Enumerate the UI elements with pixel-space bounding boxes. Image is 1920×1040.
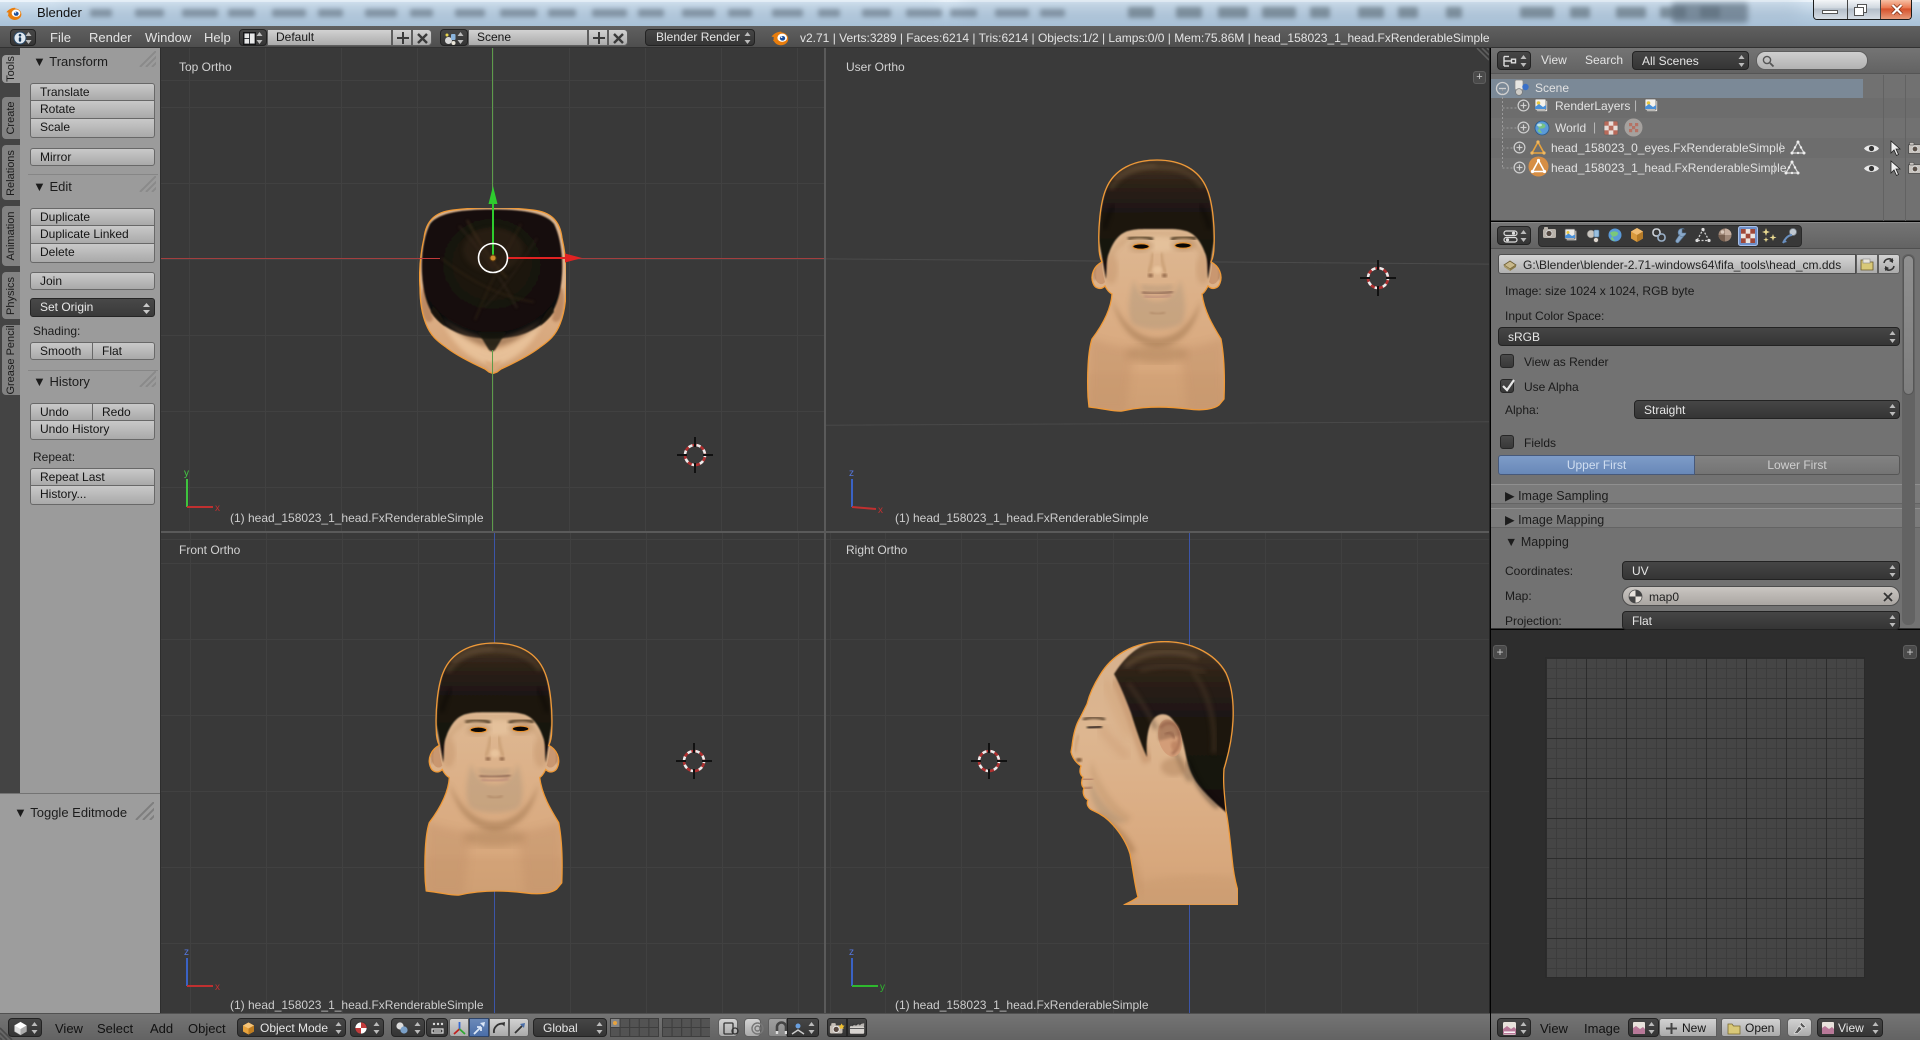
svg-text:z: z — [849, 468, 854, 479]
svg-text:z: z — [849, 947, 854, 958]
svg-text:x: x — [215, 503, 220, 513]
svg-text:x: x — [878, 505, 883, 513]
svg-text:y: y — [880, 982, 885, 992]
svg-text:x: x — [215, 982, 220, 992]
svg-text:z: z — [184, 947, 189, 958]
svg-text:y: y — [184, 468, 189, 479]
